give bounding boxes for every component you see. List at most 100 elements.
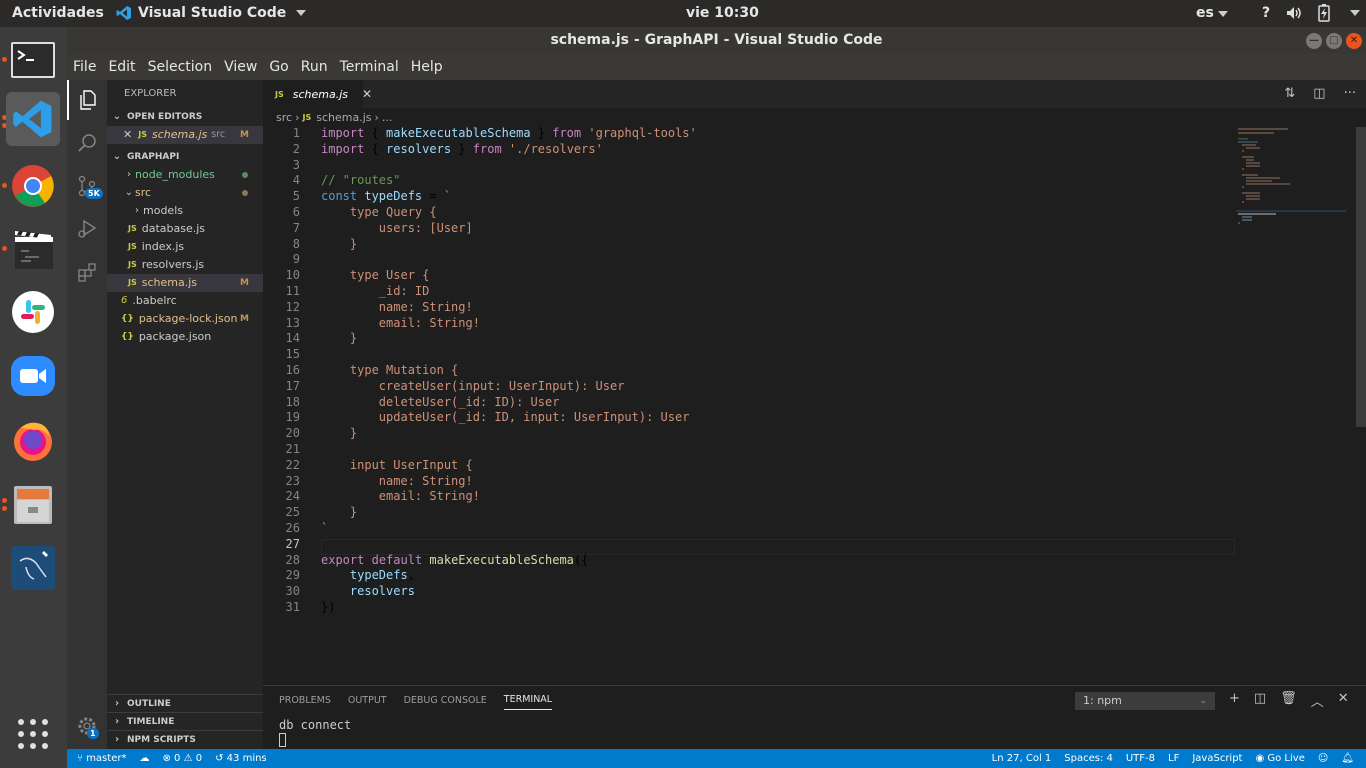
timeline-section[interactable]: › TIMELINE	[107, 712, 263, 730]
code-line[interactable]: 25 }	[263, 505, 697, 521]
go-live-button[interactable]: ◉ Go Live	[1255, 753, 1304, 764]
code-line[interactable]: 20 }	[263, 426, 697, 442]
code-line[interactable]: 9	[263, 252, 697, 268]
menu-help[interactable]: Help	[411, 59, 443, 75]
code-line[interactable]: 1 import { makeExecutableSchema } from 'g…	[263, 126, 697, 142]
tree-item-node-modules[interactable]: › node_modules	[107, 166, 263, 184]
close-tab-icon[interactable]: ✕	[362, 87, 372, 101]
dock-clapper[interactable]	[6, 222, 60, 276]
editor-scrollbar[interactable]	[1356, 127, 1366, 427]
dock-vscode[interactable]	[6, 92, 60, 146]
minimize-button[interactable]: —	[1306, 33, 1322, 49]
npm-scripts-section[interactable]: › NPM SCRIPTS	[107, 730, 263, 748]
code-line[interactable]: 16 type Mutation {	[263, 363, 697, 379]
tree-item-resolvers-js[interactable]: JS resolvers.js	[107, 256, 263, 274]
code-line[interactable]: 28 export default makeExecutableSchema({	[263, 553, 697, 569]
extensions-button[interactable]	[67, 252, 107, 292]
code-line[interactable]: 30 resolvers	[263, 584, 697, 600]
dock-chrome[interactable]	[6, 159, 60, 213]
menu-edit[interactable]: Edit	[108, 59, 135, 75]
code-line[interactable]: 3	[263, 158, 697, 174]
branch-indicator[interactable]: ⑂ master*	[77, 753, 126, 764]
code-lines[interactable]: 1 import { makeExecutableSchema } from 'g…	[263, 126, 697, 616]
problems-indicator[interactable]: ⊗ 0 ⚠ 0	[162, 753, 202, 764]
menu-terminal[interactable]: Terminal	[340, 59, 399, 75]
code-line[interactable]: 10 type User {	[263, 268, 697, 284]
app-menu[interactable]: Visual Studio Code	[116, 5, 307, 21]
language-mode[interactable]: JavaScript	[1192, 753, 1242, 764]
dock-terminal[interactable]	[6, 33, 60, 87]
tab-terminal[interactable]: TERMINAL	[503, 694, 553, 710]
tree-item-babelrc[interactable]: 6 .babelrc	[107, 292, 263, 310]
menu-view[interactable]: View	[224, 59, 257, 75]
code-line[interactable]: 22 input UserInput {	[263, 458, 697, 474]
help-icon[interactable]: ?	[1262, 5, 1270, 21]
tab-problems[interactable]: PROBLEMS	[279, 695, 331, 706]
code-line[interactable]: 8 }	[263, 237, 697, 253]
menu-go[interactable]: Go	[269, 59, 288, 75]
terminal-output[interactable]: db connect	[279, 718, 351, 751]
more-actions-icon[interactable]: ···	[1344, 86, 1356, 101]
close-panel-icon[interactable]: ✕	[1338, 691, 1349, 710]
tree-item-package-lock-json[interactable]: {} package-lock.json M	[107, 310, 263, 328]
manage-button[interactable]: 1	[67, 706, 107, 746]
source-control-button[interactable]: 5K	[67, 166, 107, 206]
close-window-button[interactable]: ✕	[1346, 33, 1362, 49]
menu-selection[interactable]: Selection	[148, 59, 213, 75]
sync-icon[interactable]: ☁	[139, 753, 149, 764]
code-line[interactable]: 5 const typeDefs = `	[263, 189, 697, 205]
dock-mysql-workbench[interactable]	[6, 541, 60, 595]
code-line[interactable]: 4 // "routes"	[263, 173, 697, 189]
code-line[interactable]: 12 name: String!	[263, 300, 697, 316]
system-tray[interactable]: ?	[1262, 4, 1361, 22]
cursor-position[interactable]: Ln 27, Col 1	[992, 753, 1052, 764]
code-line[interactable]: 21	[263, 442, 697, 458]
open-editor-item[interactable]: ✕ JS schema.js src M	[107, 126, 263, 144]
maximize-button[interactable]: □	[1326, 33, 1342, 49]
code-line[interactable]: 18 deleteUser(_id: ID): User	[263, 395, 697, 411]
tree-item-models[interactable]: › models	[107, 202, 263, 220]
dock-slack[interactable]	[6, 285, 60, 339]
code-line[interactable]: 31})	[263, 600, 697, 616]
show-applications-button[interactable]	[18, 719, 48, 749]
system-menu-chevron-icon[interactable]	[1350, 10, 1361, 16]
language-indicator[interactable]: es	[1196, 5, 1228, 21]
bell-icon[interactable]: 🔔︎	[1341, 753, 1354, 764]
code-line[interactable]: 27	[263, 537, 697, 553]
trash-icon[interactable]: 🗑	[1280, 691, 1297, 710]
dock-firefox[interactable]	[6, 413, 60, 467]
dock-zoom[interactable]	[6, 349, 60, 403]
project-header[interactable]: ⌄ GRAPHAPI	[107, 148, 263, 166]
split-editor-icon[interactable]: ◫	[1313, 86, 1325, 101]
code-line[interactable]: 23 name: String!	[263, 474, 697, 490]
open-changes-icon[interactable]: ⇅	[1284, 86, 1295, 101]
outline-section[interactable]: › OUTLINE	[107, 694, 263, 712]
breadcrumb-folder[interactable]: src	[276, 108, 292, 128]
code-line[interactable]: 29 typeDefs,	[263, 568, 697, 584]
dock-files[interactable]	[6, 477, 60, 531]
clock[interactable]: vie 10:30	[686, 5, 759, 21]
tree-item-database-js[interactable]: JS database.js	[107, 220, 263, 238]
code-line[interactable]: 26 `	[263, 521, 697, 537]
minimap[interactable]	[1236, 126, 1356, 246]
close-icon[interactable]: ✕	[123, 126, 132, 144]
code-line[interactable]: 2 import { resolvers } from './resolvers'	[263, 142, 697, 158]
code-line[interactable]: 13 email: String!	[263, 316, 697, 332]
search-button[interactable]	[67, 123, 107, 163]
code-line[interactable]: 17 createUser(input: UserInput): User	[263, 379, 697, 395]
battery-charging-icon[interactable]	[1318, 4, 1330, 22]
terminal-selector[interactable]: 1: npm ⌄	[1075, 692, 1215, 710]
explorer-button[interactable]	[67, 80, 107, 120]
feedback-icon[interactable]: ☺	[1318, 753, 1328, 764]
code-line[interactable]: 24 email: String!	[263, 489, 697, 505]
end-of-line[interactable]: LF	[1168, 753, 1179, 764]
menu-file[interactable]: File	[73, 59, 96, 75]
tree-item-index-js[interactable]: JS index.js	[107, 238, 263, 256]
tab-output[interactable]: OUTPUT	[348, 695, 387, 706]
indentation[interactable]: Spaces: 4	[1064, 753, 1113, 764]
tree-item-package-json[interactable]: {} package.json	[107, 328, 263, 346]
code-line[interactable]: 7 users: [User]	[263, 221, 697, 237]
encoding[interactable]: UTF-8	[1126, 753, 1155, 764]
maximize-panel-icon[interactable]: ︿	[1311, 691, 1324, 710]
code-line[interactable]: 14 }	[263, 331, 697, 347]
